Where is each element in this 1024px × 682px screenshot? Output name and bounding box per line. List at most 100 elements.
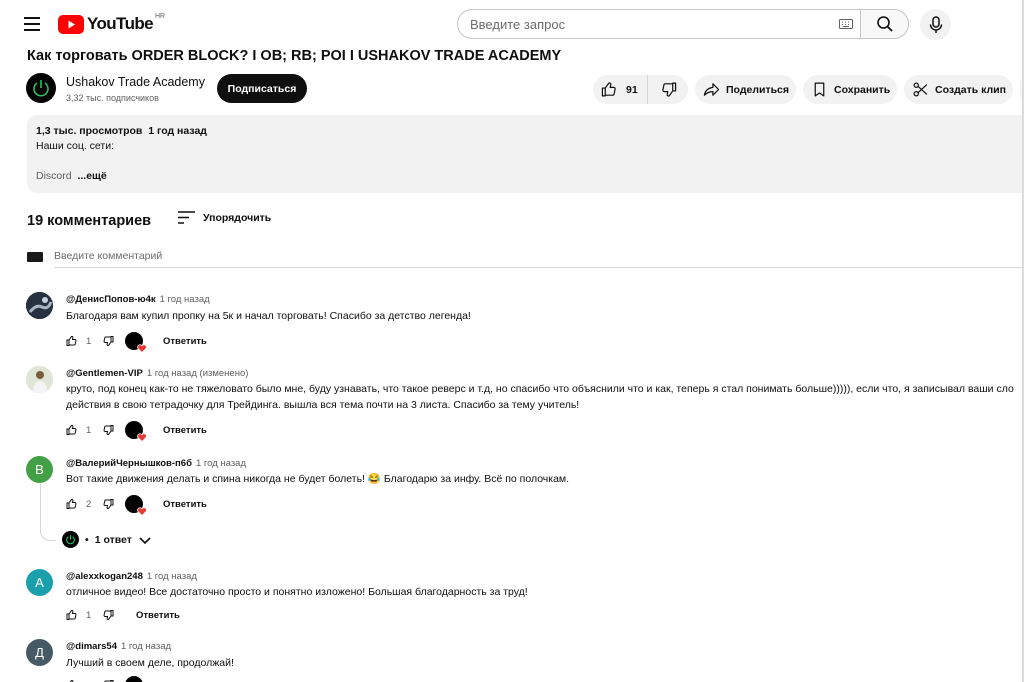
show-more-link[interactable]: ...ещё [77,170,106,182]
subscribe-button[interactable]: Подписаться [217,74,307,103]
comment-time: 1 год назад [120,641,172,652]
replies-count: 1 ответ [94,533,132,546]
reply-button[interactable]: Ответить [163,425,207,436]
description-line: Наши соц. сети: [36,140,115,152]
channel-avatar[interactable] [26,73,56,103]
comment-like-count: 2 [86,498,92,510]
comment-author[interactable]: @ДенисПопов-ю4к 1 год назад [66,294,210,305]
comment-author-avatar[interactable] [26,292,53,319]
thumbs-up-icon [66,424,77,435]
comment-time: 1 год назад [159,294,210,305]
comment-actions: 1 Ответить [66,606,180,624]
thumbs-down-icon [103,336,114,347]
heart-icon [137,433,147,442]
comment-author-avatar[interactable]: A [26,569,53,596]
reply-button[interactable]: Ответить [136,610,180,621]
creator-heart-badge [125,676,143,682]
thumbs-down-icon [103,610,114,621]
comment-author[interactable]: @alexxkogan248 1 год назад [66,571,197,582]
show-replies-button[interactable]: • 1 ответ [62,531,152,548]
comment-actions: 2 Ответить [66,495,207,516]
sort-comments-button[interactable]: Упорядочить [178,211,271,224]
like-count: 91 [626,83,638,96]
heart-icon [137,344,147,353]
scissors-icon [913,82,928,97]
comment-author[interactable]: @ВалерийЧернышков-п6б 1 год назад [66,458,246,469]
comment-time: 1 год назад (изменено) [146,368,249,379]
thumbs-up-icon [66,609,77,620]
voice-search-button[interactable] [920,9,951,40]
comment-actions [66,676,143,682]
comment-like-count: 1 [86,335,92,347]
save-button[interactable]: Сохранить [803,75,897,104]
share-label: Поделиться [726,83,790,96]
thread-connector [40,484,56,541]
menu-icon[interactable] [20,12,44,36]
comment-author[interactable]: @dimars54 1 год назад [66,641,171,652]
comment-dislike-button[interactable] [102,609,114,621]
description-line-discord: Discord [36,170,72,182]
comment-like-button[interactable] [66,609,78,621]
thumbs-up-icon [66,498,77,509]
comment-author-avatar[interactable] [26,366,53,393]
clip-label: Создать клип [935,83,1006,96]
video-description[interactable]: 1,3 тыс. просмотров 1 год назад Наши соц… [27,115,1024,193]
comment-like-button[interactable] [66,424,78,436]
comment-time: 1 год назад [195,458,246,469]
channel-name[interactable]: Ushakov Trade Academy [66,75,205,89]
reply-button[interactable]: Ответить [163,336,207,347]
create-clip-button[interactable]: Создать клип [904,75,1013,104]
video-title: Как торговать ORDER BLOCK? I OB; RB; POI… [27,48,562,64]
keyboard-icon[interactable] [839,19,853,29]
view-stats: 1,3 тыс. просмотров 1 год назад [36,125,207,137]
comment-input[interactable]: Введите комментарий [54,250,1024,268]
comment-text: Лучший в своем деле, продолжай! [66,657,234,669]
dislike-button[interactable] [648,75,688,104]
comment-like-count: 1 [86,424,92,436]
youtube-logo[interactable]: YouTube HR [58,12,165,36]
comment-actions: 1 Ответить [66,332,207,353]
creator-heart-badge [125,495,147,516]
comment-dislike-button[interactable] [102,498,114,510]
avatar-photo-icon [26,292,53,319]
comment-text: круто, под конец как-то не тяжеловато бы… [66,383,1014,395]
thumbs-down-icon [103,499,114,510]
comment-author-avatar[interactable]: В [26,456,53,483]
thumbs-up-icon [601,82,616,97]
creator-heart-badge [125,332,147,353]
search-button[interactable] [860,9,909,39]
reply-button[interactable]: Ответить [163,499,207,510]
sort-label: Упорядочить [203,211,272,224]
search-placeholder: Введите запрос [470,16,566,32]
comment-text: Благодаря вам купил пропку на 5к и начал… [66,310,471,322]
comment-dislike-button[interactable] [102,335,114,347]
heart-icon [137,507,147,516]
like-dislike-group: 91 [593,75,688,104]
microphone-icon [929,15,942,33]
search-input[interactable]: Введите запрос [457,9,861,39]
creator-heart-badge [125,421,147,442]
share-icon [703,83,720,96]
chevron-down-icon [139,536,151,544]
avatar-photo-icon [26,366,53,393]
bookmark-icon [814,82,825,97]
logo-text: YouTube [87,14,154,33]
search-icon [876,16,893,32]
bullet-separator: • [85,533,89,546]
comment-text: отличное видео! Все достаточно просто и … [66,586,528,598]
channel-reply-avatar [62,531,79,548]
comment-author[interactable]: @Gentlemen-VIP 1 год назад (изменено) [66,368,248,379]
comments-count: 19 комментариев [27,213,152,229]
comment-actions: 1 Ответить [66,421,207,442]
comment-time: 1 год назад [146,571,197,582]
share-button[interactable]: Поделиться [695,75,796,104]
comment-dislike-button[interactable] [102,424,114,436]
comment-author-avatar[interactable]: Д [26,639,53,666]
like-button[interactable]: 91 [593,75,648,104]
comment-like-button[interactable] [66,335,78,347]
thumbs-down-icon [661,82,676,97]
comment-like-button[interactable] [66,498,78,510]
thumbs-down-icon [103,425,114,436]
sort-icon [178,211,195,224]
youtube-play-icon [58,14,84,34]
